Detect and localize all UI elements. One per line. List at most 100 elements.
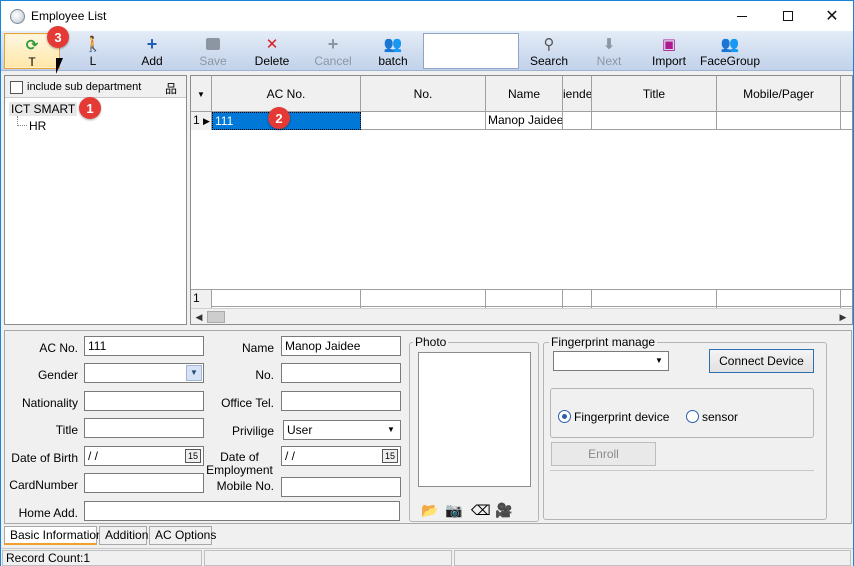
chevron-down-icon: ▼ — [655, 356, 663, 365]
annotation-badge-2: 2 — [268, 107, 290, 129]
toolbar: ⟳ T 🚶 L + Add Save ✕ Delete + Cancel 👥 b… — [1, 31, 853, 71]
scroll-thumb[interactable] — [207, 311, 225, 323]
footer-cell — [486, 290, 563, 308]
footer-cell — [592, 290, 717, 308]
grid-column-menu[interactable]: ▼ — [191, 76, 212, 112]
cell-gender[interactable] — [563, 112, 592, 130]
sensor-label: sensor — [702, 410, 739, 424]
tree-node-hr[interactable]: HR — [29, 119, 46, 133]
cell-mobile[interactable] — [717, 112, 841, 130]
privilege-select[interactable]: User ▼ — [283, 420, 401, 440]
calendar-icon[interactable]: 15 — [185, 449, 201, 463]
maximize-button[interactable] — [765, 1, 811, 31]
org-chart-icon[interactable]: 品 — [165, 80, 177, 97]
office-tel-input[interactable] — [281, 391, 401, 411]
employee-detail-form: AC No. 111 Gender ▼ Nationality Title Da… — [4, 330, 852, 524]
name-input[interactable]: Manop Jaidee — [281, 336, 401, 356]
batch-button[interactable]: 👥 batch — [365, 33, 421, 69]
open-folder-icon[interactable]: 📂 — [421, 502, 438, 519]
cell-no[interactable] — [361, 112, 486, 130]
search-icon: ⚲ — [543, 36, 555, 53]
cell-name[interactable]: Manop Jaidee — [486, 112, 563, 130]
tree-node-ict-smart[interactable]: ICT SMART — [9, 102, 78, 116]
include-sub-department-checkbox[interactable] — [10, 81, 23, 94]
enroll-button[interactable]: Enroll — [551, 442, 656, 466]
camera-icon[interactable]: 📷 — [445, 502, 462, 519]
row-pointer-icon: ▶ — [203, 116, 210, 126]
column-header-title[interactable]: Title — [592, 76, 717, 112]
doe-label: Date of Employment — [206, 450, 273, 477]
leave-icon: 🚶 — [83, 36, 103, 53]
home-add-input[interactable] — [84, 501, 400, 521]
cell-title[interactable] — [592, 112, 717, 130]
doe-input[interactable]: / / 15 — [281, 446, 401, 466]
status-bar: Record Count:1 — [1, 548, 853, 566]
x-icon: ✕ — [265, 36, 279, 53]
save-button[interactable]: Save — [185, 33, 241, 69]
minimize-icon — [737, 15, 747, 17]
mobile-no-label: Mobile No. — [216, 479, 274, 493]
cardnumber-input[interactable] — [84, 473, 204, 493]
title-bar: Employee List ✕ — [1, 1, 853, 31]
fingerprint-select[interactable]: ▼ — [553, 351, 669, 371]
row-indicator: 1 ▶ — [191, 112, 212, 130]
tab-basic-information[interactable]: Basic Information — [4, 526, 103, 545]
add-button[interactable]: + Add — [124, 33, 180, 69]
gender-label: Gender — [37, 368, 78, 382]
column-header-name[interactable]: Name — [486, 76, 563, 112]
chevron-down-icon: ▼ — [186, 365, 202, 381]
horizontal-scrollbar[interactable]: ◀ ▶ — [191, 308, 852, 324]
table-row[interactable]: 1 ▶ 111 Manop Jaidee — [191, 112, 852, 130]
column-header-no[interactable]: No. — [361, 76, 486, 112]
no-input[interactable] — [281, 363, 401, 383]
fingerprint-device-label: Fingerprint device — [574, 410, 670, 424]
nationality-input[interactable] — [84, 391, 204, 411]
eraser-icon[interactable]: ⌫ — [471, 502, 491, 519]
ac-no-label: AC No. — [39, 341, 78, 355]
title-input[interactable] — [84, 418, 204, 438]
gender-select[interactable]: ▼ — [84, 363, 204, 383]
ac-no-input[interactable]: 111 — [84, 336, 204, 356]
dob-input[interactable]: / / 15 — [84, 446, 204, 466]
fingerprint-device-radio[interactable] — [558, 410, 571, 423]
app-icon — [10, 9, 25, 24]
toolbar-search-input[interactable] — [423, 33, 519, 69]
l-button[interactable]: 🚶 L — [65, 33, 121, 69]
column-header-ac-no[interactable]: AC No. — [212, 76, 361, 112]
next-button[interactable]: ⬇ Next — [581, 33, 637, 69]
home-add-label: Home Add. — [18, 506, 78, 520]
cancel-button[interactable]: + Cancel — [305, 33, 361, 69]
face-group-icon: 👥 — [720, 36, 740, 53]
status-pane-3 — [454, 550, 851, 566]
minimize-button[interactable] — [719, 1, 765, 31]
status-pane-2 — [204, 550, 452, 566]
search-button[interactable]: ⚲ Search — [521, 33, 577, 69]
sensor-radio[interactable] — [686, 410, 699, 423]
scroll-right-icon[interactable]: ▶ — [836, 310, 850, 324]
footer-cell — [717, 290, 841, 308]
department-panel-header: include sub department 品 — [5, 76, 186, 98]
video-camera-icon[interactable]: 🎥 — [495, 502, 512, 519]
import-button[interactable]: ▣ Import — [641, 33, 697, 69]
scroll-left-icon[interactable]: ◀ — [192, 310, 206, 324]
facegroup-button[interactable]: 👥 FaceGroup — [700, 33, 760, 69]
connect-device-button[interactable]: Connect Device — [709, 349, 814, 373]
include-sub-department-label: include sub department — [27, 81, 142, 93]
down-arrow-icon: ⬇ — [602, 36, 616, 53]
delete-button[interactable]: ✕ Delete — [244, 33, 300, 69]
close-button[interactable]: ✕ — [809, 1, 854, 31]
tab-ac-options[interactable]: AC Options — [149, 526, 216, 545]
mobile-no-input[interactable] — [281, 477, 401, 497]
footer-index: 1 — [191, 290, 212, 308]
title-label: Title — [55, 423, 78, 437]
employee-list-window: Employee List ✕ ⟳ T 🚶 L + Add Save ✕ Del… — [0, 0, 854, 566]
column-header-mobile[interactable]: Mobile/Pager — [717, 76, 841, 112]
maximize-icon — [783, 11, 793, 21]
dob-label: Date of Birth — [11, 451, 78, 465]
calendar-icon[interactable]: 15 — [382, 449, 398, 463]
column-header-gender[interactable]: iende — [563, 76, 592, 112]
tab-addition[interactable]: Addition — [99, 526, 148, 545]
grid-footer-row: 1 — [191, 289, 852, 308]
chevron-down-icon: ▼ — [387, 425, 395, 434]
footer-cell — [212, 290, 361, 308]
